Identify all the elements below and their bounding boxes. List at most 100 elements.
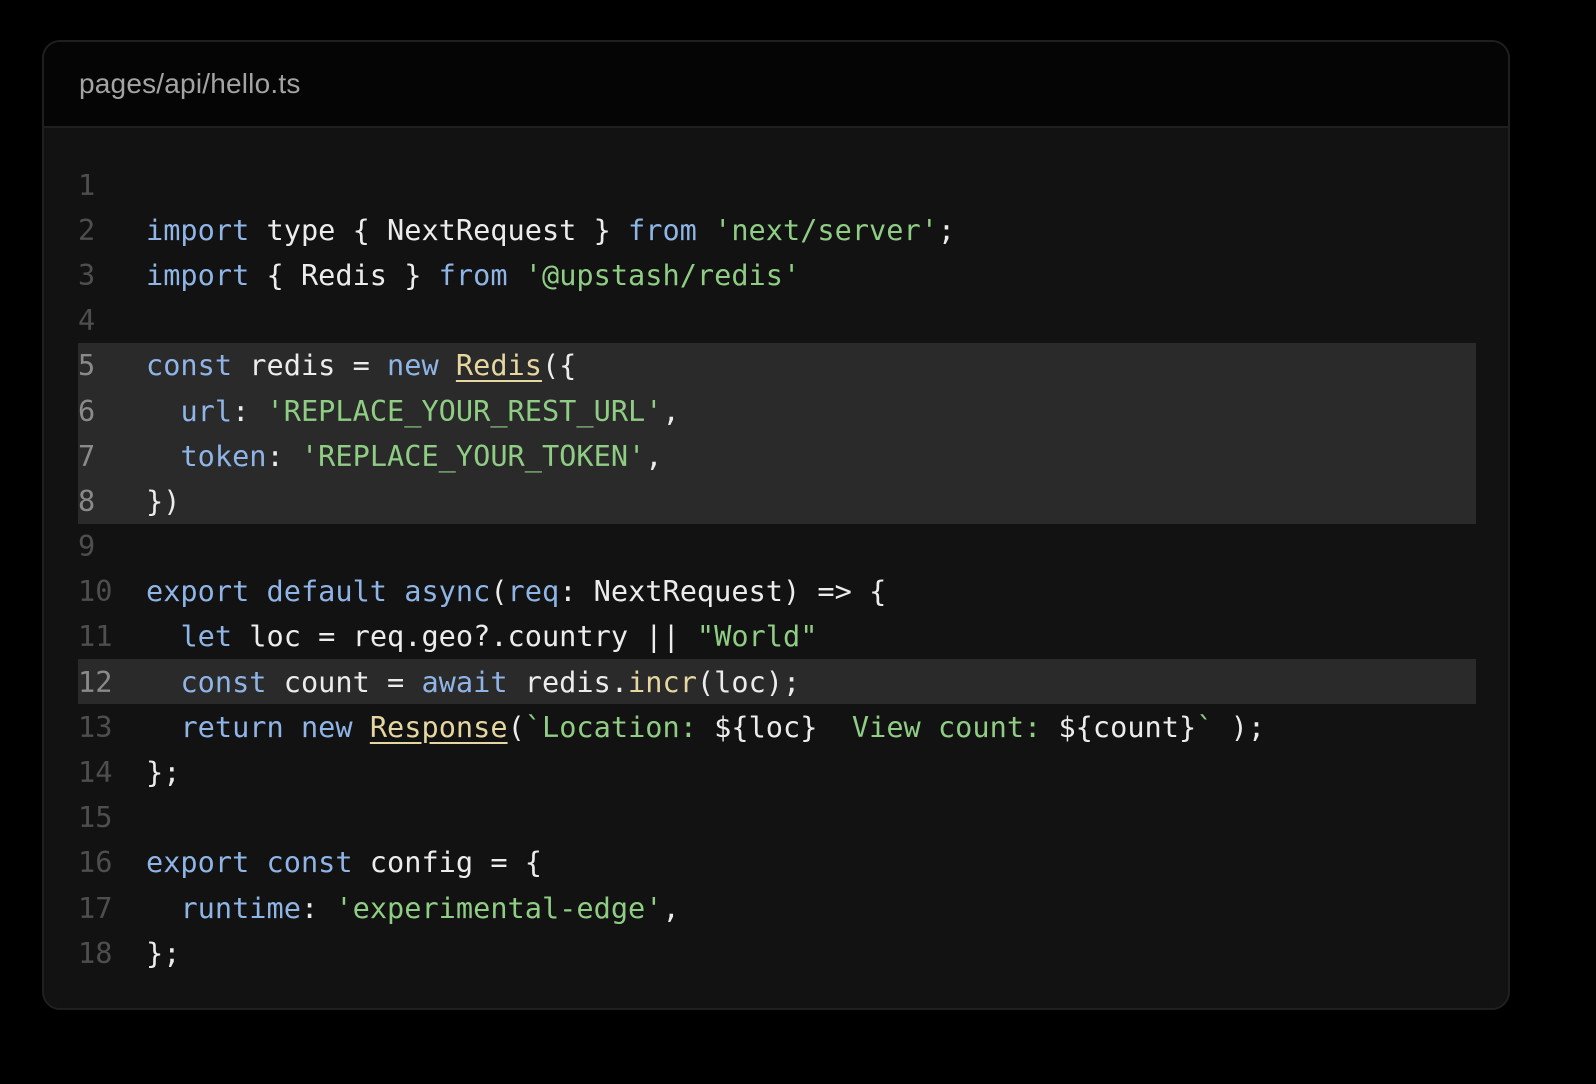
line-number: 8 xyxy=(78,483,96,518)
line-code: let loc = req.geo?.country || "World" xyxy=(146,619,817,653)
code-line: 18}; xyxy=(78,930,1476,975)
line-number: 13 xyxy=(78,709,113,744)
code-token: : xyxy=(266,438,301,473)
line-number: 14 xyxy=(78,755,113,790)
line-number: 7 xyxy=(78,438,96,473)
code-line: 16 export const config = { xyxy=(78,840,1476,885)
code-token: : NextRequest) => { xyxy=(559,574,887,609)
code-token: ${count} xyxy=(1058,709,1197,744)
code-line: 12 const count = await redis.incr(loc); xyxy=(78,659,1476,705)
code-token: count = xyxy=(266,664,422,699)
line-code: }; xyxy=(146,755,180,789)
line-code: return new Response(`Location: ${loc} Vi… xyxy=(146,710,1265,744)
line-code: url: 'REPLACE_YOUR_REST_URL', xyxy=(146,393,680,428)
code-token: : xyxy=(232,393,267,428)
code-token: req xyxy=(507,574,560,609)
line-number: 6 xyxy=(78,393,96,428)
line-number: 15 xyxy=(78,800,113,835)
code-token: await xyxy=(421,664,508,699)
code-token: token xyxy=(180,438,267,473)
code-line: 11 let loc = req.geo?.country || "World" xyxy=(78,614,1476,659)
code-token: runtime xyxy=(180,890,301,925)
code-token: redis. xyxy=(507,664,629,699)
code-token: redis = xyxy=(232,348,388,383)
code-line: 2 import type { NextRequest } from 'next/… xyxy=(78,207,1476,252)
line-number: 9 xyxy=(78,529,96,564)
line-number: 4 xyxy=(78,303,96,338)
line-code: runtime: 'experimental-edge', xyxy=(146,890,680,925)
code-token: 'next/server' xyxy=(714,212,938,247)
filename-label: pages/api/hello.ts xyxy=(79,68,301,99)
code-line: 14}; xyxy=(78,749,1476,794)
code-token: 'REPLACE_YOUR_TOKEN' xyxy=(300,438,646,473)
line-code: }; xyxy=(146,936,180,970)
code-token: { Redis } xyxy=(249,257,439,292)
line-number: 10 xyxy=(78,574,113,609)
line-code: const redis = new Redis({ xyxy=(146,348,576,382)
code-token: : xyxy=(300,890,336,925)
line-code: }) xyxy=(146,484,180,518)
code-token: default xyxy=(266,574,388,609)
code-token: new xyxy=(300,709,353,744)
code-token: Redis xyxy=(455,348,542,383)
code-token: config = { xyxy=(352,845,542,880)
code-token: async xyxy=(404,574,491,609)
code-token: ; xyxy=(937,212,956,247)
code-token: let xyxy=(180,619,233,654)
code-token: const xyxy=(266,845,353,880)
code-line: 7 token: 'REPLACE_YOUR_TOKEN', xyxy=(78,433,1476,479)
line-number: 16 xyxy=(78,845,113,880)
code-token: ${loc} xyxy=(714,709,818,744)
code-token: const xyxy=(180,664,267,699)
code-token: ( xyxy=(507,709,525,744)
line-code: token: 'REPLACE_YOUR_TOKEN', xyxy=(146,439,662,473)
code-token: , xyxy=(662,890,680,925)
line-code: import type { NextRequest } from 'next/s… xyxy=(146,213,955,247)
line-number: 5 xyxy=(78,348,96,383)
code-token: "World" xyxy=(696,619,818,654)
code-token: View count: xyxy=(817,709,1059,744)
code-token: import xyxy=(146,257,250,292)
code-token: new xyxy=(387,348,439,383)
code-line: 1 xyxy=(78,162,1476,207)
line-number: 11 xyxy=(78,619,113,654)
code-token: , xyxy=(662,393,680,428)
code-token: Response xyxy=(369,709,508,744)
code-token: return xyxy=(180,709,284,744)
code-line: 6 url: 'REPLACE_YOUR_REST_URL', xyxy=(78,387,1476,434)
code-block: pages/api/hello.ts 1 2 import type { NextR… xyxy=(42,40,1510,1010)
code-body[interactable]: 1 2 import type { NextRequest } from 'next… xyxy=(78,162,1476,975)
code-token: 'REPLACE_YOUR_REST_URL' xyxy=(266,393,663,428)
code-token: '@upstash/redis' xyxy=(524,257,801,292)
code-line: 8}) xyxy=(78,478,1476,524)
code-line: 5 const redis = new Redis({ xyxy=(78,342,1476,388)
code-token: from xyxy=(628,212,697,247)
code-line: 13 return new Response(`Location: ${loc}… xyxy=(78,704,1476,749)
code-token: ` xyxy=(1196,709,1214,744)
code-token: ); xyxy=(1213,709,1266,744)
code-token: }; xyxy=(146,935,181,970)
code-line: 3 import { Redis } from '@upstash/redis' xyxy=(78,252,1476,297)
line-code: export default async(req: NextRequest) =… xyxy=(146,574,886,608)
code-token: 'experimental-edge' xyxy=(335,890,663,925)
line-number: 3 xyxy=(78,257,96,292)
line-number: 12 xyxy=(78,664,113,699)
code-token: const xyxy=(146,348,233,383)
code-token: loc = req.geo?.country || xyxy=(232,619,697,654)
code-token: import xyxy=(146,212,250,247)
code-line: 4 xyxy=(78,298,1476,343)
code-line: 15 xyxy=(78,795,1476,840)
code-token: type { NextRequest } xyxy=(249,212,629,247)
code-line: 17 runtime: 'experimental-edge', xyxy=(78,885,1476,930)
code-token: export xyxy=(146,845,250,880)
line-code: import { Redis } from '@upstash/redis' xyxy=(146,258,800,292)
